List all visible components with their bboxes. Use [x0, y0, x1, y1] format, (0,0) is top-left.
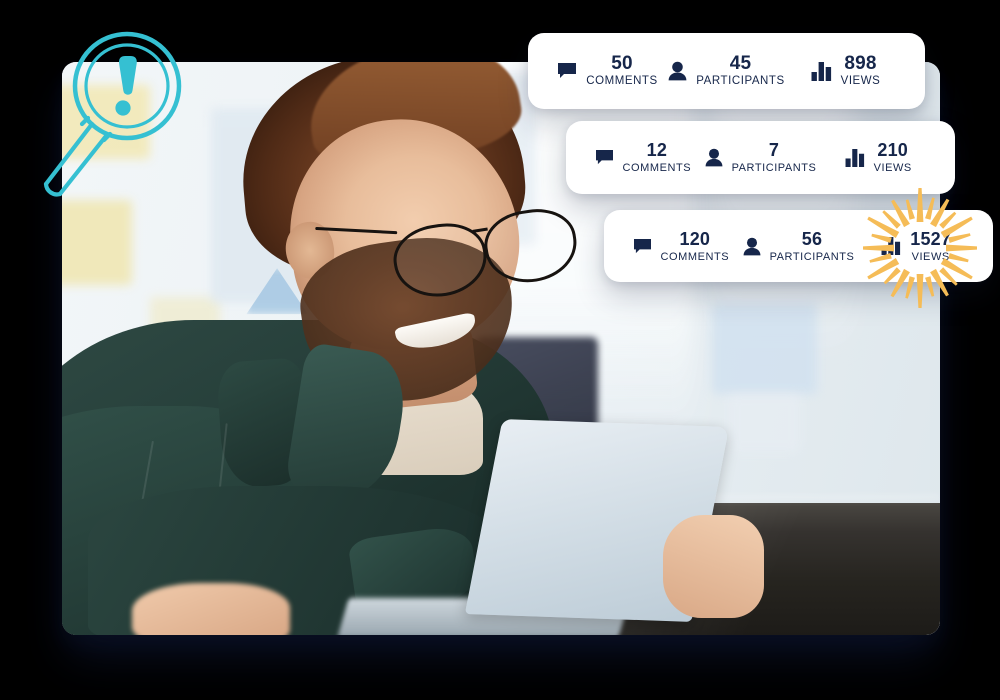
stats-card[interactable]: 120 COMMENTS 56 PARTICIPANTS 1527 VIEWS: [604, 210, 993, 282]
stat-label: PARTICIPANTS: [731, 162, 817, 174]
stat-text: 7 PARTICIPANTS: [732, 141, 817, 174]
stat-label: COMMENTS: [660, 250, 730, 263]
views-bars-icon: [811, 61, 832, 81]
stats-card[interactable]: 50 COMMENTS 45 PARTICIPANTS 898 VIEWS: [528, 33, 925, 109]
stat-label: COMMENTS: [622, 162, 692, 174]
stat-value: 12: [646, 140, 668, 160]
comment-icon: [595, 149, 614, 166]
stat-participants: 56 PARTICIPANTS: [740, 230, 858, 263]
stat-comments: 50 COMMENTS: [548, 54, 667, 88]
stat-label: VIEWS: [873, 162, 912, 174]
stats-card[interactable]: 12 COMMENTS 7 PARTICIPANTS 210 VIEWS: [566, 121, 955, 194]
stat-value: 56: [801, 228, 823, 249]
stat-text: 50 COMMENTS: [586, 54, 657, 88]
exclamation-stem: [119, 56, 137, 95]
magnifier-neck-a: [79, 115, 91, 127]
exclamation-dot: [115, 100, 131, 116]
magnifier-handle-right: [57, 133, 109, 197]
stat-text: 12 COMMENTS: [623, 141, 692, 174]
stat-label: VIEWS: [840, 75, 881, 88]
stat-text: 45 PARTICIPANTS: [696, 54, 784, 88]
glasses-bridge: [472, 227, 489, 233]
stat-participants: 7 PARTICIPANTS: [702, 141, 820, 174]
stat-participants: 45 PARTICIPANTS: [667, 54, 786, 88]
magnifier-alert-icon: [12, 18, 192, 218]
stat-views-highlighted: 1527 VIEWS: [857, 230, 975, 263]
wall-poster: [729, 394, 800, 452]
participant-icon: [743, 237, 761, 256]
screenshot-root: 50 COMMENTS 45 PARTICIPANTS 898 VIEWS 12…: [0, 0, 1000, 700]
magnifier-exclamation: [115, 56, 137, 116]
participant-icon: [668, 61, 687, 81]
stat-value: 50: [611, 53, 633, 75]
stat-comments: 12 COMMENTS: [584, 141, 702, 174]
stat-value: 120: [679, 228, 711, 249]
stat-value: 7: [768, 140, 780, 160]
stat-text: 1527 VIEWS: [910, 230, 951, 263]
stat-value: 1527: [910, 228, 952, 249]
magnifier-handle-left: [43, 121, 95, 187]
stat-text: 120 COMMENTS: [661, 230, 730, 263]
stat-value: 898: [844, 53, 877, 75]
man-left-hand: [132, 583, 291, 635]
stat-label: COMMENTS: [586, 75, 658, 88]
participant-icon: [705, 148, 723, 167]
stat-views: 210 VIEWS: [819, 141, 937, 174]
comment-icon: [633, 238, 652, 255]
man-right-hand: [663, 514, 765, 618]
stat-text: 56 PARTICIPANTS: [770, 230, 855, 263]
views-bars-icon: [881, 237, 901, 255]
stat-views: 898 VIEWS: [786, 54, 905, 88]
stat-text: 210 VIEWS: [874, 141, 912, 174]
magnifier-svg: [43, 31, 182, 197]
views-bars-icon: [845, 148, 865, 167]
stat-text: 898 VIEWS: [841, 54, 881, 88]
wall-poster: [711, 302, 818, 395]
stat-label: PARTICIPANTS: [769, 250, 855, 263]
stat-label: VIEWS: [911, 250, 950, 263]
magnifier-handle-cap: [43, 181, 63, 197]
stat-comments: 120 COMMENTS: [622, 230, 740, 263]
stat-value: 45: [729, 53, 752, 75]
stat-value: 210: [877, 140, 908, 160]
stat-label: PARTICIPANTS: [696, 75, 785, 88]
comment-icon: [557, 62, 577, 80]
